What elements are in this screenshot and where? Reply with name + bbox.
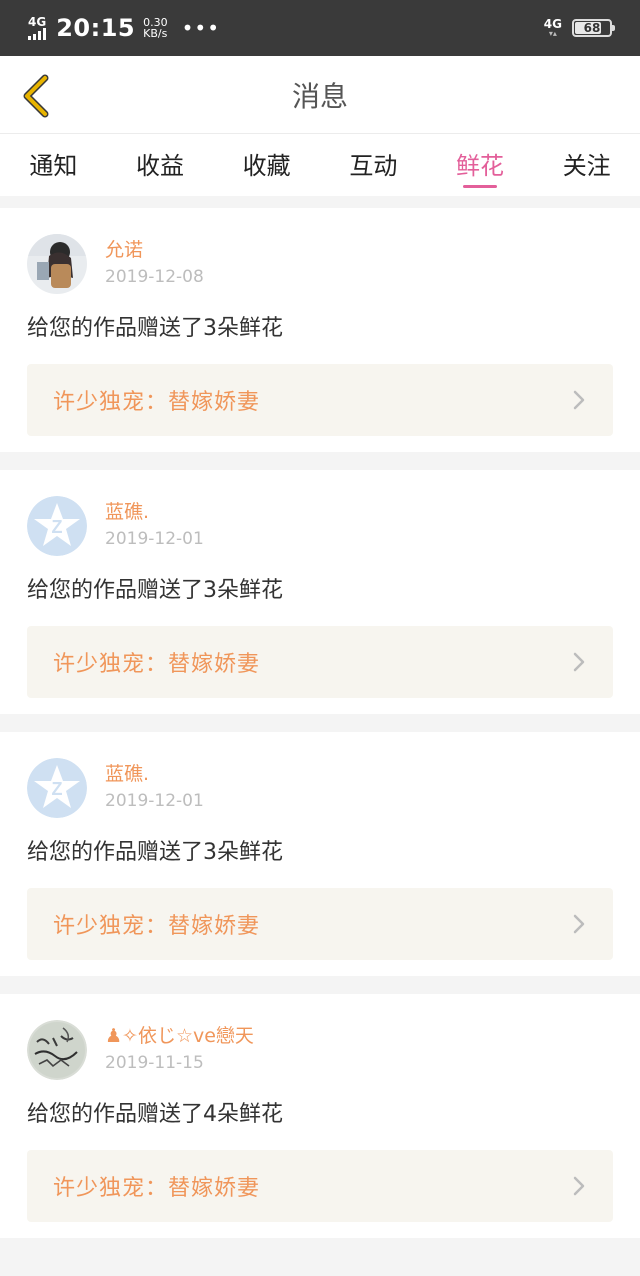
tab-notifications[interactable]: 通知	[0, 134, 107, 196]
avatar[interactable]: Z	[27, 496, 87, 556]
battery-icon: 68	[572, 19, 615, 37]
avatar[interactable]	[27, 1020, 87, 1080]
sender-nickname[interactable]: 允诺	[105, 236, 204, 264]
mobile-data-icon: 4G ▾▴	[543, 17, 562, 38]
svg-text:Z: Z	[52, 517, 63, 537]
work-link[interactable]: 许少独宠：替嫁娇妻	[27, 888, 613, 960]
default-avatar-star-icon: Z	[27, 758, 87, 818]
sender-nickname[interactable]: 蓝礁.	[105, 760, 204, 788]
list-item: Z 蓝礁. 2019-12-01 给您的作品赠送了3朵鲜花 许少独宠：替嫁娇妻	[0, 732, 640, 976]
status-bar: 4G 20:15 0.30 KB/s ••• 4G ▾▴ 68	[0, 0, 640, 56]
message-date: 2019-12-08	[105, 267, 204, 287]
page-title: 消息	[291, 79, 348, 113]
tab-favorites[interactable]: 收藏	[213, 134, 320, 196]
user-photo-icon	[27, 234, 87, 294]
tab-flowers[interactable]: 鲜花	[427, 134, 534, 196]
work-title: 许少独宠：替嫁娇妻	[53, 914, 261, 939]
chevron-left-icon	[23, 74, 49, 118]
more-notifications-icon: •••	[181, 16, 220, 40]
signal-icon: 4G	[28, 16, 46, 40]
work-link[interactable]: 许少独宠：替嫁娇妻	[27, 1150, 613, 1222]
work-title: 许少独宠：替嫁娇妻	[53, 652, 261, 677]
flower-message-list: 允诺 2019-12-08 给您的作品赠送了3朵鲜花 许少独宠：替嫁娇妻 Z 蓝…	[0, 208, 640, 1256]
message-date: 2019-12-01	[105, 791, 204, 811]
battery-level: 68	[583, 21, 601, 35]
clock: 20:15	[56, 14, 136, 42]
list-item: Z 蓝礁. 2019-12-01 给您的作品赠送了3朵鲜花 许少独宠：替嫁娇妻	[0, 470, 640, 714]
back-button[interactable]	[14, 74, 58, 118]
message-date: 2019-11-15	[105, 1053, 204, 1073]
nav-header: 消息	[0, 56, 640, 134]
message-text: 给您的作品赠送了3朵鲜花	[27, 578, 283, 603]
work-link[interactable]: 许少独宠：替嫁娇妻	[27, 364, 613, 436]
avatar[interactable]: Z	[27, 758, 87, 818]
message-text: 给您的作品赠送了3朵鲜花	[27, 316, 283, 341]
network-speed: 0.30 KB/s	[143, 16, 168, 40]
svg-text:Z: Z	[52, 779, 63, 799]
chevron-right-icon	[573, 652, 585, 672]
handwriting-avatar-icon	[27, 1020, 87, 1080]
list-item: ♟✧依じ☆ve戀天 2019-11-15 给您的作品赠送了4朵鲜花 许少独宠：替…	[0, 994, 640, 1238]
tab-earnings[interactable]: 收益	[107, 134, 214, 196]
chevron-right-icon	[573, 914, 585, 934]
message-date: 2019-12-01	[105, 529, 204, 549]
network-type: 4G	[28, 15, 47, 29]
tab-bar: 通知 收益 收藏 互动 鲜花 关注	[0, 134, 640, 196]
tab-follows[interactable]: 关注	[533, 134, 640, 196]
chevron-right-icon	[573, 390, 585, 410]
sender-nickname[interactable]: 蓝礁.	[105, 498, 204, 526]
work-link[interactable]: 许少独宠：替嫁娇妻	[27, 626, 613, 698]
message-text: 给您的作品赠送了3朵鲜花	[27, 840, 283, 865]
list-item: 允诺 2019-12-08 给您的作品赠送了3朵鲜花 许少独宠：替嫁娇妻	[0, 208, 640, 452]
work-title: 许少独宠：替嫁娇妻	[53, 1176, 261, 1201]
sender-nickname[interactable]: ♟✧依じ☆ve戀天	[105, 1022, 254, 1050]
message-text: 给您的作品赠送了4朵鲜花	[27, 1102, 283, 1127]
tab-interactions[interactable]: 互动	[320, 134, 427, 196]
chevron-right-icon	[573, 1176, 585, 1196]
default-avatar-star-icon: Z	[27, 496, 87, 556]
work-title: 许少独宠：替嫁娇妻	[53, 390, 261, 415]
avatar[interactable]	[27, 234, 87, 294]
